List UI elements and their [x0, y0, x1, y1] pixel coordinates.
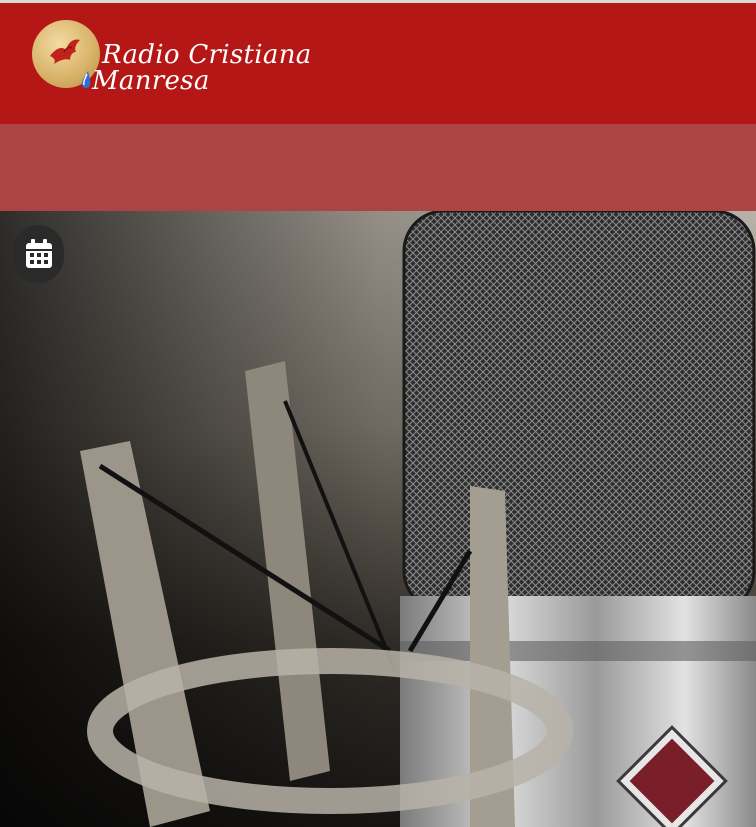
calendar-button[interactable] — [13, 225, 64, 283]
site-logo[interactable]: Radio Cristiana Manresa — [30, 20, 311, 100]
logo-title-line2: Manresa — [92, 66, 210, 96]
microphone-photo — [0, 211, 756, 827]
calendar-icon — [25, 239, 52, 268]
hero-image — [0, 211, 756, 827]
site-header: Radio Cristiana Manresa — [0, 3, 756, 124]
navigation-bar — [0, 124, 756, 211]
dove-icon — [50, 39, 80, 64]
